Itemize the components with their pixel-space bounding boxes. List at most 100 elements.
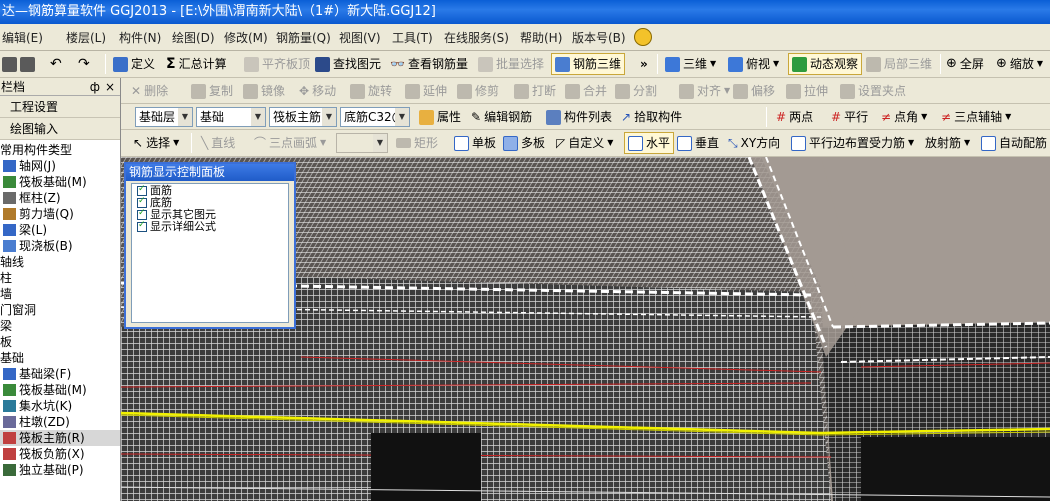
mirror-button[interactable]: 镜像 (243, 80, 285, 102)
line-button[interactable]: ╲ 直线 (201, 132, 235, 154)
rebar-3d-button[interactable]: 钢筋三维 (551, 53, 626, 75)
tree-item[interactable]: 筏板基础(M) (0, 174, 120, 190)
component-type-select[interactable]: 筏板主筋 ▼ (269, 107, 337, 127)
tree-item[interactable]: 剪力墙(Q) (0, 206, 120, 222)
menu-draw[interactable]: 绘图(D) (172, 29, 215, 46)
batch-select-button[interactable]: 批量选择 (478, 53, 544, 75)
tree-item[interactable]: 筏板负筋(X) (0, 446, 120, 462)
close-icon[interactable]: × (105, 78, 115, 96)
drawing-input-button[interactable]: 绘图输入 (0, 118, 120, 140)
flush-top-button[interactable]: 平齐板顶 (244, 53, 310, 75)
summary-calc-button[interactable]: Σ 汇总计算 (166, 53, 227, 75)
option-bottom-rebar[interactable]: 底筋 (137, 196, 288, 208)
tree-item[interactable]: 轴线 (0, 254, 120, 270)
rect-button[interactable]: 矩形 (396, 132, 438, 154)
horizontal-button[interactable]: 水平 (624, 132, 675, 154)
pick-component-button[interactable]: ↗ 拾取构件 (621, 106, 682, 128)
avatar-icon[interactable] (634, 28, 652, 46)
align-dropdown[interactable]: 对齐 ▼ (679, 80, 730, 102)
tree-item[interactable]: 筏板主筋(R) (0, 430, 120, 446)
menu-tools[interactable]: 工具(T) (392, 29, 433, 46)
xy-direction-button[interactable]: ⤡ XY方向 (728, 132, 780, 154)
two-point-axis-button[interactable]: # 两点 (776, 106, 813, 128)
view-rebar-qty-button[interactable]: 👓 查看钢筋量 (390, 53, 468, 75)
top-view-dropdown[interactable]: 俯视 ▼ (728, 53, 779, 75)
split-button[interactable]: 分割 (615, 80, 657, 102)
redo-icon[interactable]: ↷ (78, 53, 90, 75)
category-select[interactable]: 基础 ▼ (196, 107, 266, 127)
tree-item[interactable]: 现浇板(B) (0, 238, 120, 254)
option-top-rebar[interactable]: 面筋 (137, 184, 288, 196)
checkbox-checked-icon[interactable] (137, 220, 147, 232)
menu-modify[interactable]: 修改(M) (224, 29, 268, 46)
component-select[interactable]: 底筋C32@ ▼ (340, 107, 410, 127)
tree-item[interactable]: 轴网(J) (0, 158, 120, 174)
checkbox-checked-icon[interactable] (137, 196, 147, 208)
define-button[interactable]: 定义 (113, 53, 155, 75)
offset-button[interactable]: 偏移 (733, 80, 775, 102)
multi-slab-button[interactable]: 多板 (503, 132, 545, 154)
three-point-aux-dropdown[interactable]: ≠ 三点辅轴 ▼ (941, 106, 1011, 128)
menu-version[interactable]: 版本号(B) (572, 29, 626, 46)
stretch-button[interactable]: 拉伸 (786, 80, 828, 102)
arc-option-select[interactable]: ▼ (336, 133, 388, 153)
checkbox-checked-icon[interactable] (137, 208, 147, 220)
tree-item[interactable]: 梁(L) (0, 222, 120, 238)
menu-floor[interactable]: 楼层(L) (66, 29, 106, 46)
vertical-button[interactable]: 垂直 (677, 132, 719, 154)
tree-item[interactable]: 框柱(Z) (0, 190, 120, 206)
menu-rebar-qty[interactable]: 钢筋量(Q) (276, 29, 331, 46)
save-icon[interactable] (20, 53, 35, 75)
menu-help[interactable]: 帮助(H) (520, 29, 562, 46)
project-settings-button[interactable]: 工程设置 (0, 96, 120, 118)
undo-icon[interactable]: ↶ (50, 53, 62, 75)
tree-item[interactable]: 基础 (0, 350, 120, 366)
property-button[interactable]: 属性 (419, 106, 461, 128)
parallel-edge-button[interactable]: 平行边布置受力筋 ▼ (791, 132, 914, 154)
menu-view[interactable]: 视图(V) (339, 29, 381, 46)
tree-item[interactable]: 门窗洞 (0, 302, 120, 318)
extend-button[interactable]: 延伸 (405, 80, 447, 102)
select-dropdown[interactable]: ↖ 选择 ▼ (133, 132, 179, 154)
tree-item[interactable]: 集水坑(K) (0, 398, 120, 414)
three-point-arc-dropdown[interactable]: ⌒ 三点画弧 ▼ (254, 132, 326, 154)
menu-online-service[interactable]: 在线服务(S) (444, 29, 509, 46)
component-list-button[interactable]: 构件列表 (546, 106, 612, 128)
more-tools-chevron-icon[interactable]: » (640, 53, 648, 75)
pin-icon[interactable]: ф (90, 78, 100, 96)
find-element-button[interactable]: 查找图元 (315, 53, 381, 75)
parallel-axis-button[interactable]: # 平行 (831, 106, 868, 128)
option-show-detailed-formula[interactable]: 显示详细公式 (137, 220, 288, 232)
radial-rebar-dropdown[interactable]: 放射筋 ▼ (925, 132, 970, 154)
delete-button[interactable]: ✕ 删除 (131, 80, 168, 102)
rotate-button[interactable]: 旋转 (350, 80, 392, 102)
tree-item[interactable]: 柱墩(ZD) (0, 414, 120, 430)
merge-button[interactable]: 合并 (565, 80, 607, 102)
auto-place-button[interactable]: 自动配筋 (981, 132, 1047, 154)
tree-item[interactable]: 常用构件类型 (0, 142, 120, 158)
layer-select[interactable]: 基础层 ▼ (135, 107, 193, 127)
custom-dropdown[interactable]: ◸ 自定义 ▼ (556, 132, 613, 154)
set-grip-button[interactable]: 设置夹点 (840, 80, 906, 102)
tree-item[interactable]: 柱 (0, 270, 120, 286)
local-3d-button[interactable]: 局部三维 (866, 53, 932, 75)
menu-edit[interactable]: 编辑(E) (2, 29, 43, 46)
tree-item[interactable]: 独立基础(P) (0, 462, 120, 478)
single-slab-button[interactable]: 单板 (454, 132, 496, 154)
trim-button[interactable]: 修剪 (457, 80, 499, 102)
move-button[interactable]: ✥ 移动 (299, 80, 336, 102)
tree-item[interactable]: 基础梁(F) (0, 366, 120, 382)
option-show-other-elements[interactable]: 显示其它图元 (137, 208, 288, 220)
tree-item[interactable]: 墙 (0, 286, 120, 302)
menu-component[interactable]: 构件(N) (119, 29, 161, 46)
fullscreen-button[interactable]: ⊕ 全屏 (946, 53, 984, 75)
tree-item[interactable]: 筏板基础(M) (0, 382, 120, 398)
new-icon[interactable] (2, 53, 17, 75)
tree-item[interactable]: 板 (0, 334, 120, 350)
edit-rebar-button[interactable]: ✎ 编辑钢筋 (471, 106, 532, 128)
break-button[interactable]: 打断 (514, 80, 556, 102)
copy-button[interactable]: 复制 (191, 80, 233, 102)
point-angle-dropdown[interactable]: ≠ 点角 ▼ (881, 106, 927, 128)
tree-item[interactable]: 梁 (0, 318, 120, 334)
zoom-dropdown[interactable]: ⊕ 缩放 ▼ (996, 53, 1043, 75)
